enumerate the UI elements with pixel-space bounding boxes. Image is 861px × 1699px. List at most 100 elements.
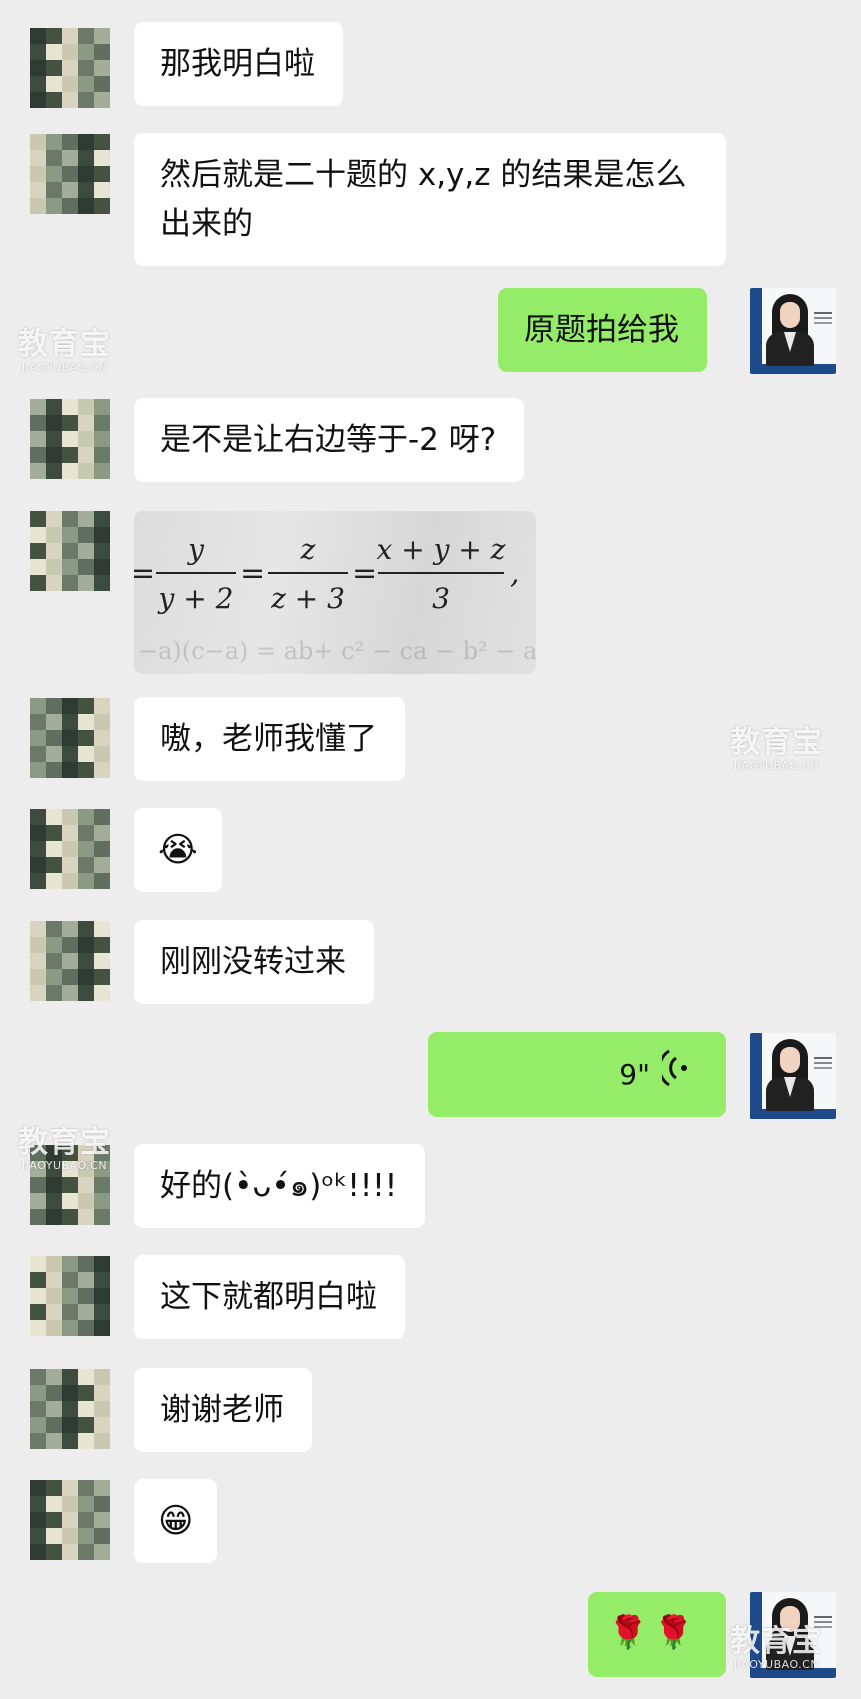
- message-bubble[interactable]: 刚刚没转过来: [134, 920, 374, 1004]
- equals-sign: =: [240, 556, 265, 591]
- avatar-pixel: [94, 921, 110, 937]
- avatar-pixel: [94, 857, 110, 873]
- student-avatar[interactable]: [30, 1480, 110, 1560]
- avatar-pixel: [94, 937, 110, 953]
- avatar-pixel: [30, 543, 46, 559]
- avatar-pixel: [30, 1369, 46, 1385]
- avatar-pixel: [94, 953, 110, 969]
- message-bubble[interactable]: 谢谢老师: [134, 1368, 312, 1452]
- math-image-message[interactable]: = y y + 2 = z z + 3 = x + y + z 3 , −a)(…: [134, 511, 536, 674]
- avatar-pixel: [46, 1512, 62, 1528]
- avatar-pixel: [94, 1256, 110, 1272]
- avatar-pixel: [62, 1304, 78, 1320]
- teacher-avatar[interactable]: [750, 288, 836, 374]
- message-bubble[interactable]: 是不是让右边等于-2 呀?: [134, 398, 525, 482]
- avatar-pixel: [62, 825, 78, 841]
- avatar-pixel: [78, 985, 94, 1001]
- avatar-pixel: [94, 28, 110, 44]
- message-bubble[interactable]: 那我明白啦: [134, 22, 343, 106]
- avatar-pixel: [62, 44, 78, 60]
- avatar-pixel: [62, 985, 78, 1001]
- avatar-pixel: [30, 1256, 46, 1272]
- avatar-pixel: [46, 559, 62, 575]
- avatar-pixel: [94, 1385, 110, 1401]
- avatar-pixel: [30, 182, 46, 198]
- avatar-pixel: [94, 1480, 110, 1496]
- comma: ,: [510, 556, 520, 591]
- avatar-pixel: [46, 953, 62, 969]
- avatar-pixel: [62, 415, 78, 431]
- avatar-pixel: [94, 730, 110, 746]
- avatar-pixel: [30, 44, 46, 60]
- avatar-pixel: [78, 447, 94, 463]
- student-avatar[interactable]: [30, 1256, 110, 1336]
- voice-message-bubble[interactable]: 9": [428, 1032, 726, 1117]
- avatar-pixel: [30, 60, 46, 76]
- avatar-pixel: [62, 698, 78, 714]
- avatar-pixel: [46, 92, 62, 108]
- avatar-pixel: [46, 825, 62, 841]
- avatar-pixel: [62, 857, 78, 873]
- avatar-pixel: [94, 1177, 110, 1193]
- avatar-pixel: [78, 730, 94, 746]
- avatar-pixel: [30, 953, 46, 969]
- avatar-pixel: [62, 559, 78, 575]
- avatar-pixel: [94, 92, 110, 108]
- student-avatar[interactable]: [30, 1369, 110, 1449]
- avatar-pixel: [46, 1288, 62, 1304]
- avatar-pixel: [30, 921, 46, 937]
- avatar-pixel: [78, 511, 94, 527]
- avatar-pixel: [94, 714, 110, 730]
- avatar-pixel: [62, 809, 78, 825]
- avatar-pixel: [46, 431, 62, 447]
- avatar-pixel: [46, 415, 62, 431]
- avatar-pixel: [46, 166, 62, 182]
- teacher-avatar[interactable]: [750, 1033, 836, 1119]
- student-avatar[interactable]: [30, 399, 110, 479]
- avatar-pixel: [62, 399, 78, 415]
- frac3-den: 3: [432, 582, 450, 615]
- avatar-pixel: [94, 1544, 110, 1560]
- message-bubble[interactable]: 这下就都明白啦: [134, 1255, 405, 1339]
- avatar-pixel: [46, 182, 62, 198]
- avatar-pixel: [62, 198, 78, 214]
- avatar-pixel: [46, 447, 62, 463]
- student-avatar[interactable]: [30, 698, 110, 778]
- avatar-pixel: [94, 182, 110, 198]
- message-bubble[interactable]: 然后就是二十题的 x,y,z 的结果是怎么出来的: [134, 133, 726, 266]
- avatar-pixel: [78, 44, 94, 60]
- avatar-pixel: [94, 1272, 110, 1288]
- avatar-pixel: [46, 873, 62, 889]
- student-avatar[interactable]: [30, 511, 110, 591]
- student-avatar[interactable]: [30, 28, 110, 108]
- avatar-pixel: [94, 762, 110, 778]
- avatar-pixel: [30, 431, 46, 447]
- emoji-bubble[interactable]: 🌹🌹: [588, 1592, 726, 1677]
- emoji-bubble[interactable]: 😁: [134, 1479, 218, 1563]
- equals-sign: =: [352, 556, 377, 591]
- avatar-pixel: [62, 463, 78, 479]
- avatar-pixel: [46, 1480, 62, 1496]
- avatar-pixel: [94, 134, 110, 150]
- student-avatar[interactable]: [30, 809, 110, 889]
- student-avatar[interactable]: [30, 921, 110, 1001]
- avatar-pixel: [62, 730, 78, 746]
- avatar-pixel: [62, 92, 78, 108]
- avatar-pixel: [62, 76, 78, 92]
- svg-text:−a)(c−a) = ab+ c² − ca − b² −: −a)(c−a) = ab+ c² − ca − b² − ac +: [138, 637, 536, 665]
- avatar-pixel: [78, 60, 94, 76]
- avatar-pixel: [46, 575, 62, 591]
- avatar-pixel: [62, 431, 78, 447]
- avatar-pixel: [94, 166, 110, 182]
- avatar-pixel: [46, 746, 62, 762]
- message-bubble[interactable]: 嗷，老师我懂了: [134, 697, 405, 781]
- student-avatar[interactable]: [30, 134, 110, 214]
- message-bubble[interactable]: 原题拍给我: [498, 288, 707, 372]
- avatar-pixel: [46, 857, 62, 873]
- emoji-bubble[interactable]: 😭: [134, 808, 222, 892]
- avatar-pixel: [30, 714, 46, 730]
- avatar-pixel: [94, 1417, 110, 1433]
- message-bubble[interactable]: 好的(•̀ᴗ•́๑)ᵒᵏ!!!!: [134, 1144, 426, 1228]
- avatar-pixel: [46, 730, 62, 746]
- avatar-pixel: [62, 543, 78, 559]
